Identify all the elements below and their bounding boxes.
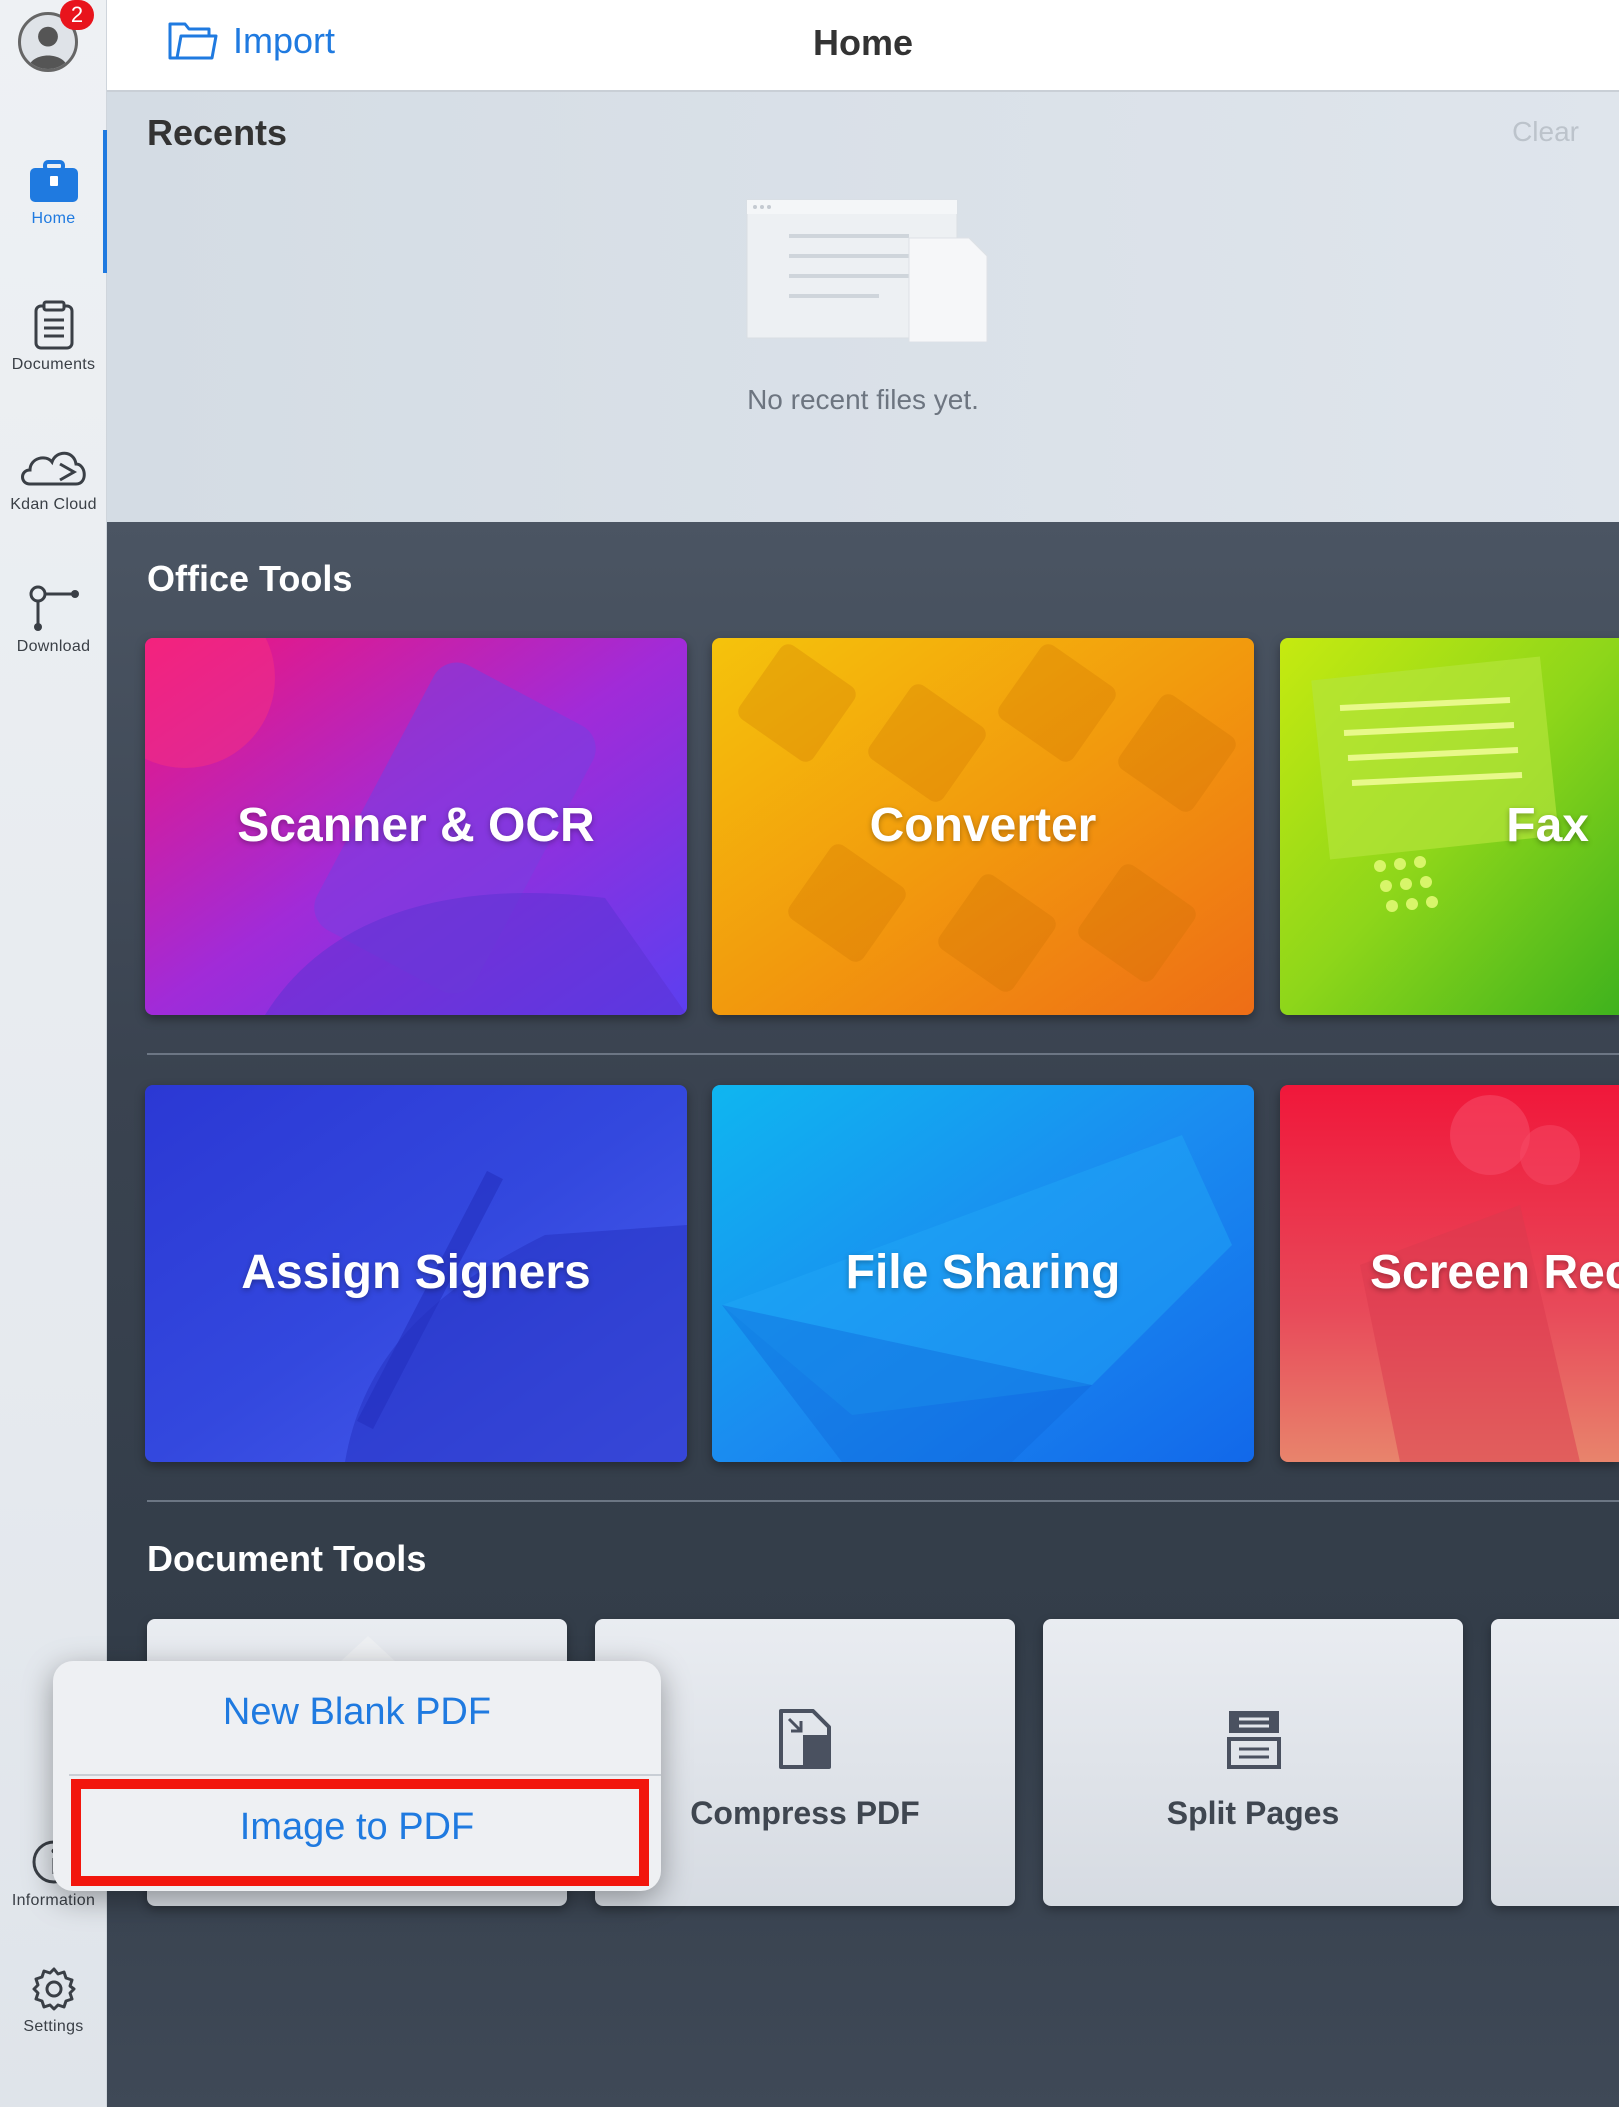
clipboard-icon xyxy=(34,300,73,350)
sidebar-item-home[interactable]: Home xyxy=(0,160,107,228)
compress-pdf-icon xyxy=(779,1709,831,1769)
clear-button[interactable]: Clear xyxy=(1512,116,1579,148)
section-divider xyxy=(147,1053,1619,1055)
tile-label: Fax xyxy=(1506,799,1589,852)
sidebar-item-label: Kdan Cloud xyxy=(10,496,97,513)
tile-assign-signers[interactable]: Assign Signers xyxy=(145,1085,687,1462)
tile-file-sharing[interactable]: File Sharing xyxy=(712,1085,1254,1462)
doc-tile-split-pages[interactable]: Split Pages xyxy=(1043,1619,1463,1906)
doc-tile-partial[interactable]: N xyxy=(1491,1619,1619,1906)
tile-screen-rec[interactable]: Screen Rec xyxy=(1280,1085,1619,1462)
sidebar-item-kdan-cloud[interactable]: Kdan Cloud xyxy=(0,442,107,514)
sidebar-item-label: Home xyxy=(31,210,76,227)
sidebar-item-settings[interactable]: Settings xyxy=(0,1966,107,2036)
notification-badge: 2 xyxy=(60,0,94,30)
section-divider xyxy=(147,1500,1619,1502)
office-tools-title: Office Tools xyxy=(147,558,353,599)
sidebar-item-label: Documents xyxy=(11,356,96,373)
gear-icon xyxy=(32,1967,75,2011)
empty-state-text: No recent files yet. xyxy=(747,384,979,415)
tile-fax[interactable]: Fax xyxy=(1280,638,1619,1015)
tile-label: Screen Rec xyxy=(1370,1246,1619,1299)
tile-converter[interactable]: Converter xyxy=(712,638,1254,1015)
tile-label: Assign Signers xyxy=(241,1246,591,1299)
sidebar-item-label: Settings xyxy=(23,2018,84,2035)
popover-separator xyxy=(69,1774,661,1776)
cloud-icon xyxy=(20,451,86,486)
sidebar-item-download[interactable]: Download xyxy=(0,584,107,656)
split-pages-icon xyxy=(1227,1711,1281,1769)
download-path-icon xyxy=(29,585,79,631)
tile-scanner-ocr[interactable]: Scanner & OCR xyxy=(145,638,687,1015)
popover-arrow xyxy=(340,1636,396,1662)
top-bar: Import Home xyxy=(107,0,1619,92)
tile-label: Converter xyxy=(869,799,1097,852)
highlight-annotation xyxy=(71,1779,649,1886)
tile-label: File Sharing xyxy=(845,1246,1121,1299)
briefcase-icon xyxy=(29,160,78,202)
doc-tile-label: Split Pages xyxy=(1166,1795,1340,1831)
sidebar-item-label: Information xyxy=(11,1892,96,1909)
sidebar-item-label: Download xyxy=(16,638,91,655)
sidebar-item-documents[interactable]: Documents xyxy=(0,300,107,374)
empty-files-illustration xyxy=(746,199,988,342)
recents-title: Recents xyxy=(147,112,288,153)
tile-label: Scanner & OCR xyxy=(237,799,595,852)
document-tools-title: Document Tools xyxy=(147,1538,427,1579)
page-title: Home xyxy=(812,22,914,63)
menu-item-new-blank-pdf[interactable]: New Blank PDF xyxy=(53,1691,661,1734)
recents-section: Recents Clear No recent files yet. xyxy=(107,92,1619,522)
